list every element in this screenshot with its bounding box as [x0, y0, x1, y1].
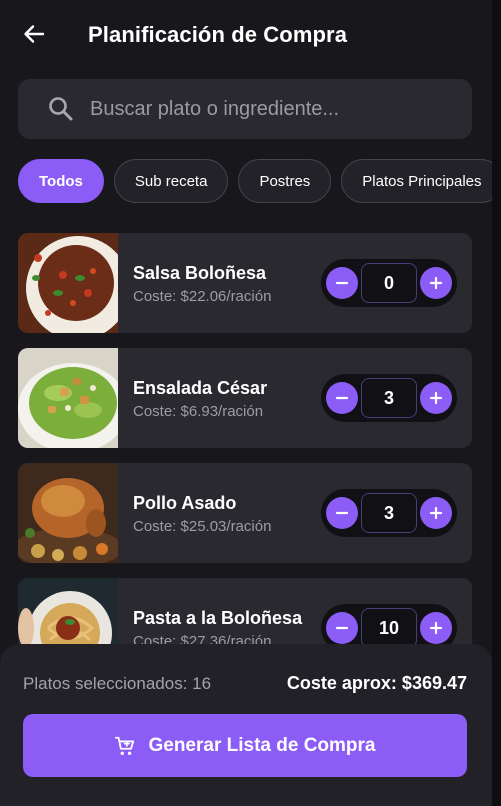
quantity-value[interactable]: 3 — [361, 493, 417, 533]
dish-name: Salsa Boloñesa — [133, 263, 267, 283]
dish-cost: Coste: $25.03/ración — [133, 518, 272, 535]
app-screen: Planificación de Compra Todos Sub receta… — [0, 0, 501, 806]
plus-icon — [429, 276, 443, 290]
decrement-button[interactable] — [326, 267, 358, 299]
bolognese-sauce-photo — [18, 233, 118, 333]
filter-chips-viewport: Todos Sub receta Postres Platos Principa… — [0, 159, 492, 203]
roast-chicken-photo — [18, 463, 118, 563]
increment-button[interactable] — [420, 612, 452, 644]
dish-cost: Coste: $22.06/ración — [133, 288, 272, 305]
filter-chip-sub-receta[interactable]: Sub receta — [113, 159, 229, 203]
minus-icon — [335, 281, 349, 285]
page-title: Planificación de Compra — [88, 22, 348, 47]
dish-cost: Coste: $6.93/ración — [133, 403, 264, 420]
quantity-stepper: 3 — [321, 374, 457, 422]
summary-footer: Platos seleccionados: 16 Coste aprox: $3… — [0, 644, 492, 806]
selected-count: Platos seleccionados: 16 — [23, 674, 212, 693]
filter-chip-postres[interactable]: Postres — [238, 159, 332, 203]
plus-icon — [429, 621, 443, 635]
dish-name: Ensalada César — [133, 378, 268, 398]
plus-icon — [429, 391, 443, 405]
quantity-value[interactable]: 0 — [361, 263, 417, 303]
header: Planificación de Compra — [0, 0, 492, 70]
cart-icon — [115, 736, 135, 755]
minus-icon — [335, 396, 349, 400]
caesar-salad-photo — [18, 348, 118, 448]
arrow-left-icon — [24, 25, 45, 43]
generate-list-label: Generar Lista de Compra — [148, 734, 376, 756]
increment-button[interactable] — [420, 497, 452, 529]
quantity-value[interactable]: 3 — [361, 378, 417, 418]
dish-card: Pollo Asado Coste: $25.03/ración 3 — [18, 463, 472, 563]
dish-card: Ensalada César Coste: $6.93/ración 3 — [18, 348, 472, 448]
filter-chips: Todos Sub receta Postres Platos Principa… — [18, 159, 492, 203]
decrement-button[interactable] — [326, 612, 358, 644]
back-button[interactable] — [20, 20, 48, 48]
approx-cost: Coste aprox: $369.47 — [286, 673, 467, 693]
quantity-value[interactable]: 10 — [361, 608, 417, 648]
increment-button[interactable] — [420, 382, 452, 414]
screen-edge — [492, 0, 501, 806]
dish-name: Pasta a la Boloñesa — [133, 608, 303, 628]
search-input[interactable] — [90, 79, 460, 139]
dish-name: Pollo Asado — [133, 493, 237, 513]
minus-icon — [335, 626, 349, 630]
decrement-button[interactable] — [326, 497, 358, 529]
generate-list-button[interactable]: Generar Lista de Compra — [23, 714, 467, 777]
plus-icon — [429, 506, 443, 520]
decrement-button[interactable] — [326, 382, 358, 414]
minus-icon — [335, 511, 349, 515]
filter-chip-platos-principales[interactable]: Platos Principales — [341, 159, 492, 203]
dish-card: Salsa Boloñesa Coste: $22.06/ración 0 — [18, 233, 472, 333]
quantity-stepper: 3 — [321, 489, 457, 537]
filter-chip-todos[interactable]: Todos — [18, 159, 104, 203]
search-icon — [49, 97, 73, 121]
search-bar — [18, 79, 472, 139]
quantity-stepper: 0 — [321, 259, 457, 307]
increment-button[interactable] — [420, 267, 452, 299]
